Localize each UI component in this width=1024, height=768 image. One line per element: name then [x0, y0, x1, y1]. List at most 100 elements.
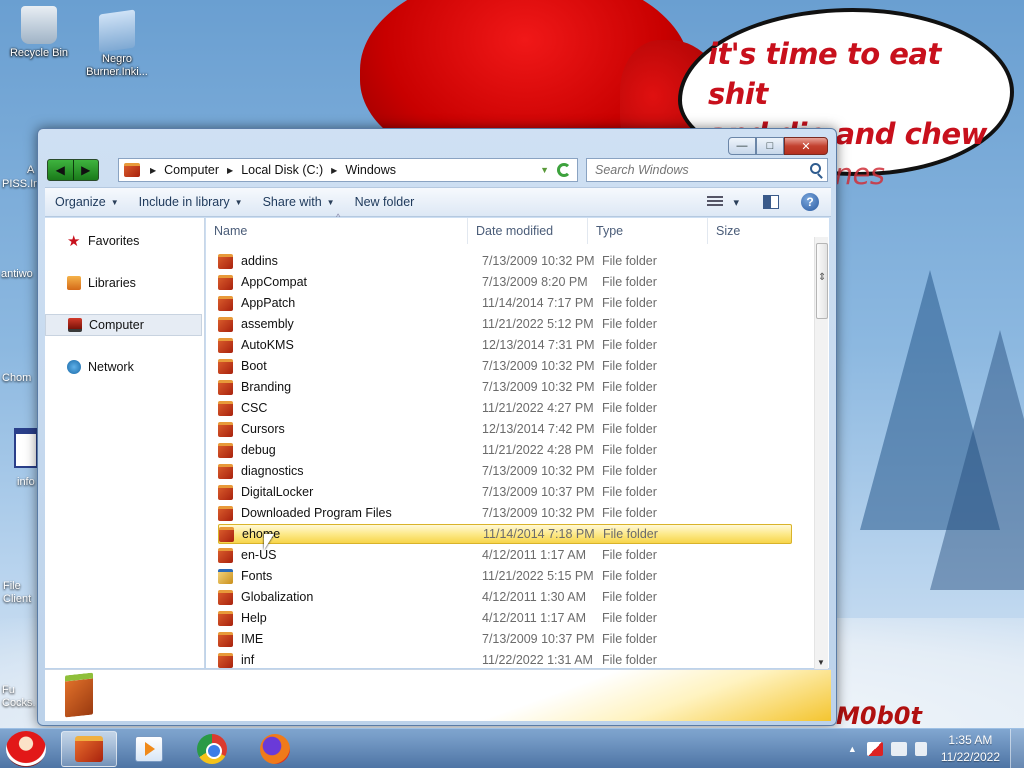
change-view-icon[interactable]: [707, 196, 724, 208]
nav-item-favorites[interactable]: ★ Favorites: [45, 230, 202, 252]
preview-pane-icon[interactable]: [763, 195, 779, 209]
column-header-name[interactable]: Name: [206, 212, 468, 244]
file-row[interactable]: Help 4/12/2011 1:17 AM File folder: [218, 608, 792, 628]
file-date-modified: 12/13/2014 7:42 PM: [482, 422, 595, 436]
nav-item-network[interactable]: Network: [45, 356, 202, 378]
application-window-icon[interactable]: [14, 428, 38, 468]
file-date-modified: 4/12/2011 1:30 AM: [482, 590, 587, 604]
new-folder-button[interactable]: New folder: [345, 190, 425, 214]
organize-button[interactable]: Organize ▼: [45, 190, 129, 214]
chevron-down-icon: ▼: [110, 197, 119, 207]
refresh-icon[interactable]: [557, 163, 571, 177]
breadcrumb-windows[interactable]: Windows: [345, 163, 396, 177]
file-type: File folder: [602, 296, 657, 310]
file-row[interactable]: diagnostics 7/13/2009 10:32 PM File folder: [218, 461, 792, 481]
nav-item-label: Computer: [89, 318, 144, 332]
details-pane: [45, 669, 831, 721]
file-list: Name Date modified Type Size addins 7/13/…: [206, 212, 829, 670]
file-row[interactable]: Cursors 12/13/2014 7:42 PM File folder: [218, 419, 792, 439]
breadcrumb-computer[interactable]: Computer ▶: [164, 163, 241, 177]
file-row[interactable]: debug 11/21/2022 4:28 PM File folder: [218, 440, 792, 460]
start-button[interactable]: [6, 731, 46, 767]
help-icon[interactable]: ?: [801, 193, 819, 211]
desktop-icon-label-clipped[interactable]: Fu Cocks.: [2, 684, 38, 710]
file-name: Fonts: [241, 569, 273, 583]
file-type: File folder: [602, 485, 657, 499]
desktop-icon-label-clipped[interactable]: antiwo: [1, 268, 33, 280]
forward-button[interactable]: ▶: [72, 160, 98, 180]
folder-icon: [218, 484, 233, 500]
taskbar-media-player[interactable]: [121, 731, 177, 767]
close-button[interactable]: ✕: [784, 137, 828, 155]
column-header-size[interactable]: Size: [708, 218, 788, 244]
scroll-down-arrow[interactable]: ▼: [817, 658, 825, 667]
clock[interactable]: 1:35 AM 11/22/2022: [941, 732, 1000, 766]
explorer-icon: [75, 736, 103, 762]
file-name: Help: [241, 611, 267, 625]
scrollbar-thumb[interactable]: [816, 243, 828, 319]
wallpaper-tree: [930, 330, 1024, 590]
view-options-dropdown[interactable]: ▾: [733, 196, 739, 209]
taskbar-chrome[interactable]: [184, 731, 240, 767]
desktop-icon-label-clipped[interactable]: File Client: [3, 580, 35, 606]
back-button[interactable]: ◀: [48, 160, 73, 180]
folder-icon: [218, 421, 233, 437]
network-tray-icon[interactable]: [890, 742, 907, 756]
search-box[interactable]: [586, 158, 828, 182]
file-row[interactable]: CSC 11/21/2022 4:27 PM File folder: [218, 398, 792, 418]
column-header-type[interactable]: Type: [588, 218, 708, 244]
file-row[interactable]: Downloaded Program Files 7/13/2009 10:32 …: [218, 503, 792, 523]
file-row[interactable]: Boot 7/13/2009 10:32 PM File folder: [218, 356, 792, 376]
include-in-library-button[interactable]: Include in library ▼: [129, 190, 253, 214]
desktop-icon-label-clipped[interactable]: Chom: [2, 372, 31, 384]
breadcrumb-root-arrow[interactable]: ▶: [148, 166, 164, 175]
share-with-button[interactable]: Share with ▼: [253, 190, 345, 214]
taskbar-explorer[interactable]: [61, 731, 117, 767]
file-row[interactable]: Branding 7/13/2009 10:32 PM File folder: [218, 377, 792, 397]
file-date-modified: 7/13/2009 10:32 PM: [482, 380, 595, 394]
file-date-modified: 7/13/2009 10:32 PM: [482, 464, 595, 478]
nav-item-computer[interactable]: Computer: [45, 314, 202, 336]
nav-item-libraries[interactable]: Libraries: [45, 272, 202, 294]
vertical-scrollbar[interactable]: ▼: [814, 237, 828, 669]
file-row[interactable]: en-US 4/12/2011 1:17 AM File folder: [218, 545, 792, 565]
action-center-flag-icon[interactable]: [866, 742, 883, 756]
file-row[interactable]: DigitalLocker 7/13/2009 10:37 PM File fold…: [218, 482, 792, 502]
folder-icon: [65, 672, 93, 718]
search-input[interactable]: [595, 163, 795, 177]
desktop-icon-label-clipped[interactable]: info: [17, 476, 35, 488]
taskbar-firefox[interactable]: [247, 731, 303, 767]
file-row[interactable]: IME 7/13/2009 10:37 PM File folder: [218, 629, 792, 649]
desktop-icon-label-clipped[interactable]: A: [27, 164, 34, 176]
address-bar[interactable]: ▶ Computer ▶ Local Disk (C:) ▶ Windows ▼: [118, 158, 578, 182]
new-folder-label: New folder: [354, 195, 415, 209]
show-hidden-icons-button[interactable]: ▲: [848, 744, 857, 754]
column-header-date-modified[interactable]: Date modified: [468, 218, 588, 244]
file-row[interactable]: AutoKMS 12/13/2014 7:31 PM File folder: [218, 335, 792, 355]
desktop-icon-negro-burner[interactable]: Negro Burner.Inki...: [75, 9, 159, 79]
desktop-icon-label: Recycle Bin: [9, 47, 69, 59]
file-row[interactable]: Fonts 11/21/2022 5:15 PM File folder: [218, 566, 792, 586]
file-row[interactable]: Globalization 4/12/2011 1:30 AM File folde…: [218, 587, 792, 607]
address-dropdown-icon[interactable]: ▼: [540, 165, 549, 175]
document-icon: [99, 9, 135, 53]
minimize-button[interactable]: —: [728, 137, 756, 155]
file-row[interactable]: addins 7/13/2009 10:32 PM File folder: [218, 251, 792, 271]
file-row[interactable]: AppPatch 11/14/2014 7:17 PM File folder: [218, 293, 792, 313]
desktop-icon-recycle-bin[interactable]: Recycle Bin: [0, 6, 81, 60]
file-row[interactable]: assembly 11/21/2022 5:12 PM File folder: [218, 314, 792, 334]
file-row[interactable]: inf 11/22/2022 1:31 AM File folder: [218, 650, 792, 670]
breadcrumb-local-disk[interactable]: Local Disk (C:) ▶: [241, 163, 345, 177]
desktop-icon-label-clipped[interactable]: PISS.In: [2, 178, 39, 190]
file-type: File folder: [602, 548, 657, 562]
maximize-button[interactable]: □: [756, 137, 784, 155]
file-name: AutoKMS: [241, 338, 294, 352]
volume-icon[interactable]: [914, 742, 927, 756]
explorer-window: — □ ✕ ◀ ▶ ▶ Computer ▶ Local Disk (C:) ▶ W…: [37, 128, 837, 726]
file-row[interactable]: AppCompat 7/13/2009 8:20 PM File folder: [218, 272, 792, 292]
file-date-modified: 11/14/2014 7:17 PM: [482, 296, 594, 310]
file-row[interactable]: ehome 11/14/2014 7:18 PM File folder: [218, 524, 792, 544]
search-icon[interactable]: [810, 163, 821, 174]
column-headers: Name Date modified Type Size: [206, 212, 811, 244]
show-desktop-button[interactable]: [1010, 729, 1024, 768]
